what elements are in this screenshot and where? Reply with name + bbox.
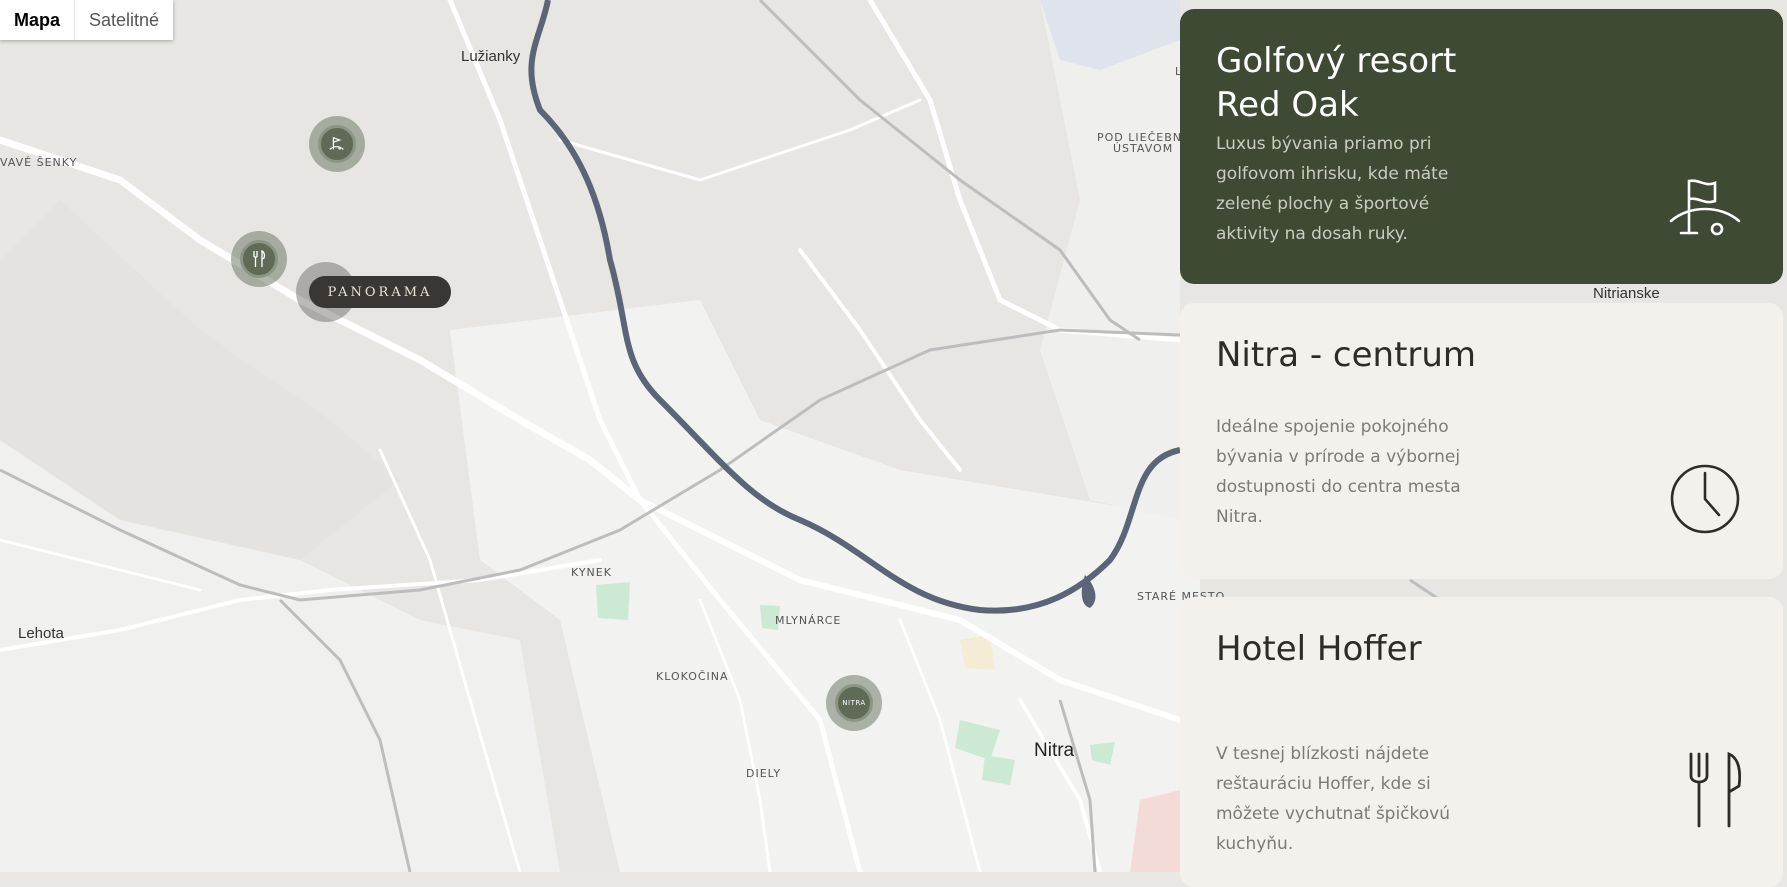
golf-flag-icon bbox=[318, 125, 356, 163]
map-type-switch: Mapa Satelitné bbox=[0, 0, 174, 40]
fork-knife-icon bbox=[1685, 751, 1742, 833]
card-description: Luxus bývania priamo pri golfovom ihrisk… bbox=[1216, 134, 1449, 244]
map-type-map-button[interactable]: Mapa bbox=[0, 0, 76, 40]
place-label-nitrianske: Nitrianske bbox=[1593, 285, 1660, 302]
card-description: Ideálne spojenie pokojného bývania v prí… bbox=[1216, 417, 1461, 527]
place-label-klokocina: KLOKOČINA bbox=[656, 670, 729, 683]
location-card-golf[interactable]: Golfový resort Red Oak Luxus bývania pria… bbox=[1180, 9, 1783, 284]
place-label-nitra: Nitra bbox=[1034, 740, 1075, 761]
place-label-ustavom: ÚSTAVOM bbox=[1113, 142, 1174, 155]
place-label-senky: VAVÉ ŠENKY bbox=[0, 156, 78, 169]
location-card-hotel-hoffer[interactable]: Hotel Hoffer V tesnej blízkosti nájdete … bbox=[1180, 597, 1783, 887]
place-label-mlynarce: MLYNÁRCE bbox=[775, 614, 842, 627]
place-label-kynek: KYNEK bbox=[571, 566, 612, 579]
fork-knife-icon bbox=[240, 240, 278, 278]
panorama-marker[interactable]: PANORAMA bbox=[309, 276, 451, 308]
card-title: Hotel Hoffer bbox=[1216, 629, 1422, 669]
golf-flag-icon bbox=[1669, 169, 1741, 246]
card-description: V tesnej blízkosti nájdete reštauráciu H… bbox=[1216, 744, 1451, 854]
place-label-diely: DIELY bbox=[746, 767, 782, 780]
card-title: Nitra - centrum bbox=[1216, 335, 1477, 375]
place-label-luzianky: Lužianky bbox=[461, 48, 521, 65]
location-card-nitra-centrum[interactable]: Nitra - centrum Ideálne spojenie pokojné… bbox=[1180, 303, 1783, 579]
clock-icon bbox=[1669, 463, 1741, 540]
nitra-marker[interactable]: NITRA bbox=[826, 675, 882, 731]
card-title: Golfový resort Red Oak bbox=[1216, 41, 1457, 125]
map-type-satellite-button[interactable]: Satelitné bbox=[75, 0, 173, 40]
golf-marker[interactable] bbox=[309, 116, 365, 172]
nitra-marker-label: NITRA bbox=[835, 684, 873, 722]
place-label-lehota: Lehota bbox=[18, 625, 64, 642]
restaurant-marker[interactable] bbox=[231, 231, 287, 287]
